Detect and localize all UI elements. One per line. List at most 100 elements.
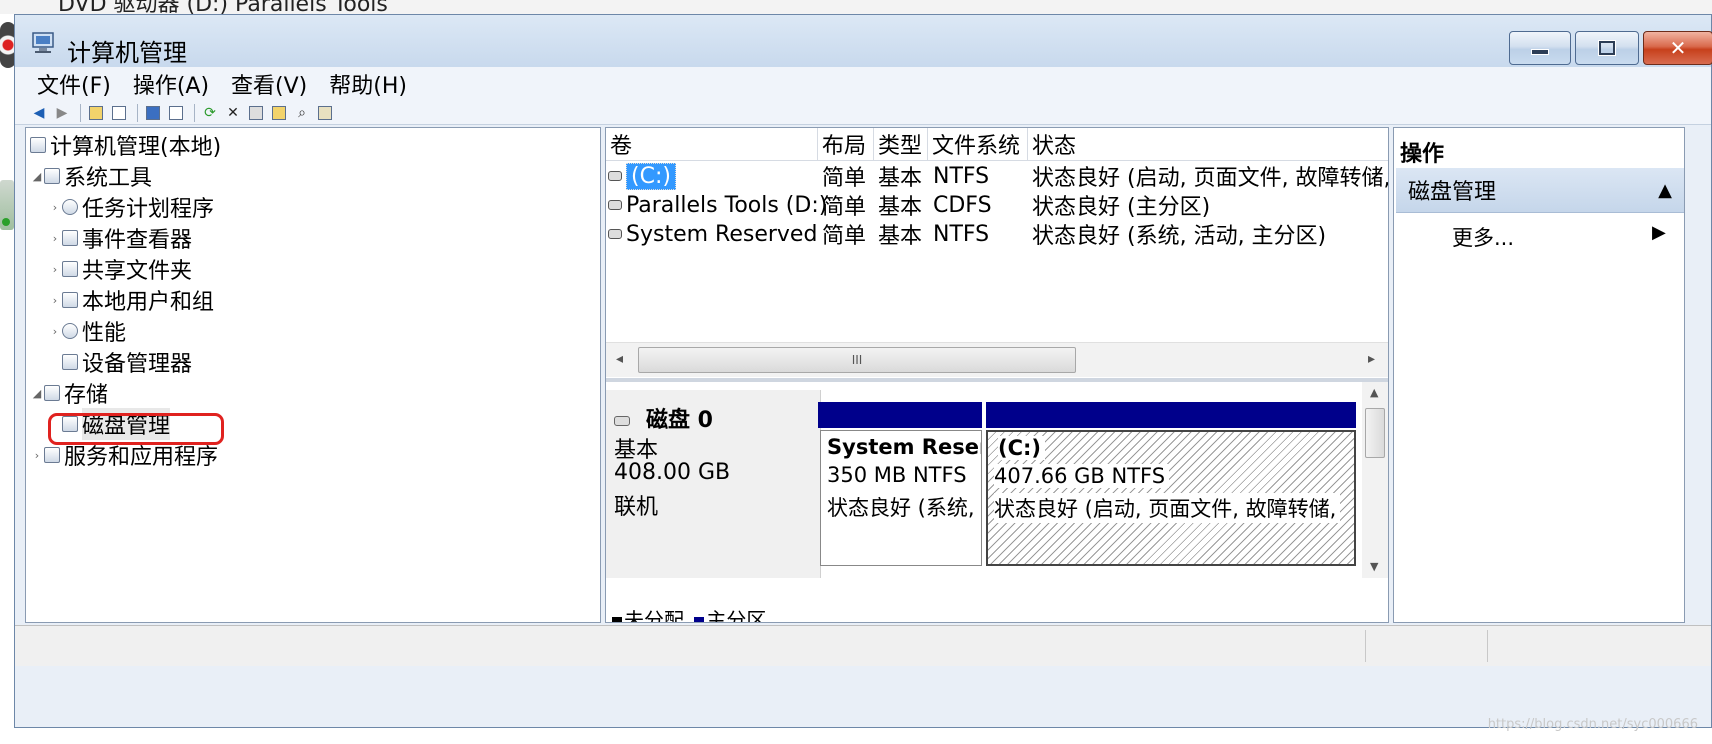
volume-filesystem: NTFS <box>933 221 990 247</box>
expand-arrow-icon[interactable]: › <box>48 201 62 214</box>
show-hide-tree-icon[interactable] <box>109 104 129 122</box>
partition-status: 状态良好 (系统, <box>827 492 979 522</box>
refresh-icon[interactable]: ⟳ <box>200 104 220 122</box>
volume-status: 状态良好 (启动, 页面文件, 故障转储, <box>1032 166 1389 191</box>
disk-info-panel[interactable]: 磁盘 0 基本 408.00 GB 联机 <box>606 390 821 578</box>
submenu-arrow-icon[interactable]: ▶ <box>1652 222 1666 243</box>
tree-item-services-apps[interactable]: › 服务和应用程序 <box>30 440 218 470</box>
expand-arrow-icon[interactable]: › <box>48 232 62 245</box>
minimize-button[interactable] <box>1509 31 1571 65</box>
close-button[interactable]: ✕ <box>1643 31 1712 65</box>
vertical-scrollbar[interactable]: ▲ ▼ <box>1362 382 1388 578</box>
partition-size: 407.66 GB NTFS <box>994 464 1170 488</box>
desktop-app-icon-2 <box>0 180 14 230</box>
tree-item-label: 存储 <box>64 383 109 408</box>
scrollbar-thumb[interactable]: III <box>638 347 1076 373</box>
storage-icon <box>44 385 60 401</box>
tree-item-label: 性能 <box>82 321 127 346</box>
tree-item-label: 计算机管理(本地) <box>50 135 222 160</box>
computer-icon <box>30 137 46 153</box>
back-arrow-icon[interactable]: ◀ <box>29 104 49 122</box>
tools-icon <box>44 168 60 184</box>
up-folder-icon[interactable] <box>86 104 106 122</box>
tree-item-label: 共享文件夹 <box>82 259 193 284</box>
disk-size: 408.00 GB <box>614 460 731 485</box>
legend-unallocated-swatch <box>612 617 622 622</box>
show-hide-action-pane-icon[interactable] <box>166 104 186 122</box>
partition-status: 状态良好 (启动, 页面文件, 故障转储, <box>994 493 1341 523</box>
partition-header-bar <box>818 402 982 428</box>
volume-status: 状态良好 (系统, 活动, 主分区) <box>1032 224 1327 249</box>
table-row[interactable]: System Reserved <box>608 220 817 248</box>
menu-bar: 文件(F) 操作(A) 查看(V) 帮助(H) <box>15 67 1711 101</box>
column-header-layout[interactable]: 布局 <box>818 128 874 160</box>
column-header-volume[interactable]: 卷 <box>606 128 818 160</box>
menu-help[interactable]: 帮助(H) <box>321 68 415 100</box>
tree-item-device-manager[interactable]: 设备管理器 <box>62 347 192 377</box>
scroll-left-icon[interactable]: ◂ <box>616 351 623 367</box>
scroll-up-icon[interactable]: ▲ <box>1370 386 1378 399</box>
partition-system-reserved[interactable]: System Reserv 350 MB NTFS 状态良好 (系统, <box>820 430 982 566</box>
volume-layout: 简单 <box>822 224 867 249</box>
column-header-type[interactable]: 类型 <box>874 128 928 160</box>
volume-status: 状态良好 (主分区) <box>1032 195 1211 220</box>
performance-gauge-icon <box>62 323 78 339</box>
export-list-icon[interactable] <box>315 104 335 122</box>
partition-c-drive[interactable]: (C:) 407.66 GB NTFS 状态良好 (启动, 页面文件, 故障转储… <box>986 430 1356 566</box>
collapse-arrow-icon[interactable]: ◢ <box>30 170 44 183</box>
volume-icon <box>608 171 622 181</box>
tree-item-local-users[interactable]: › 本地用户和组 <box>48 285 214 315</box>
delete-icon[interactable]: ✕ <box>223 104 243 122</box>
tree-item-root[interactable]: 计算机管理(本地) <box>30 130 221 160</box>
tree-item-task-scheduler[interactable]: › 任务计划程序 <box>48 192 214 222</box>
menu-action[interactable]: 操作(A) <box>125 68 217 100</box>
legend-primary: 主分区 <box>706 608 767 623</box>
collapse-caret-icon[interactable]: ▲ <box>1658 180 1672 201</box>
actions-pane: 操作 磁盘管理 ▲ 更多... ▶ <box>1393 127 1685 623</box>
maximize-button[interactable] <box>1575 31 1639 65</box>
actions-section-label: 磁盘管理 <box>1408 180 1497 205</box>
search-icon[interactable]: ⌕ <box>292 104 312 122</box>
volume-name: System Reserved <box>626 221 818 247</box>
tree-item-storage[interactable]: ◢ 存储 <box>30 378 108 408</box>
scroll-down-icon[interactable]: ▼ <box>1370 560 1378 573</box>
volume-layout: 简单 <box>822 166 867 191</box>
column-header-status[interactable]: 状态 <box>1028 128 1388 160</box>
menu-file[interactable]: 文件(F) <box>29 68 119 100</box>
toolbar-separator <box>194 103 195 122</box>
action-more[interactable]: 更多... <box>1452 222 1514 252</box>
expand-arrow-icon[interactable]: › <box>48 263 62 276</box>
menu-view[interactable]: 查看(V) <box>223 68 315 100</box>
collapse-arrow-icon[interactable]: ◢ <box>30 387 44 400</box>
tree-item-label: 任务计划程序 <box>82 197 215 222</box>
horizontal-scrollbar[interactable]: ◂ III ▸ <box>606 342 1388 377</box>
disk-name-row: 磁盘 0 <box>614 402 713 434</box>
table-row[interactable]: (C:) <box>608 162 676 190</box>
maximize-icon <box>1599 41 1615 55</box>
status-bar <box>15 625 1711 666</box>
tree-item-performance[interactable]: › 性能 <box>48 316 126 346</box>
disk-icon <box>614 416 630 426</box>
tree-item-system-tools[interactable]: ◢ 系统工具 <box>30 161 152 191</box>
table-row[interactable]: Parallels Tools (D:) <box>608 191 827 219</box>
expand-arrow-icon[interactable]: › <box>30 449 44 462</box>
toolbar-separator <box>80 103 81 122</box>
partition-name: (C:) <box>998 436 1046 460</box>
scroll-right-icon[interactable]: ▸ <box>1368 351 1375 367</box>
tree-item-event-viewer[interactable]: › 事件查看器 <box>48 223 192 253</box>
computer-management-window: 计算机管理 ✕ 文件(F) 操作(A) 查看(V) 帮助(H) ◀ ▶ ⟳ ✕ … <box>14 14 1712 728</box>
properties-icon[interactable] <box>246 104 266 122</box>
volume-type: 基本 <box>878 195 923 220</box>
forward-arrow-icon[interactable]: ▶ <box>52 104 72 122</box>
column-header-filesystem[interactable]: 文件系统 <box>928 128 1028 160</box>
help-icon[interactable] <box>143 104 163 122</box>
tree-item-label: 系统工具 <box>64 166 153 191</box>
tree-item-shared-folders[interactable]: › 共享文件夹 <box>48 254 192 284</box>
title-bar[interactable]: 计算机管理 ✕ <box>15 15 1712 67</box>
expand-arrow-icon[interactable]: › <box>48 294 62 307</box>
scrollbar-thumb[interactable] <box>1365 408 1385 458</box>
expand-arrow-icon[interactable]: › <box>48 325 62 338</box>
watermark: https://blog.csdn.net/syc000666 <box>1487 717 1698 732</box>
actions-section-disk-management[interactable]: 磁盘管理 ▲ <box>1396 168 1684 213</box>
open-icon[interactable] <box>269 104 289 122</box>
